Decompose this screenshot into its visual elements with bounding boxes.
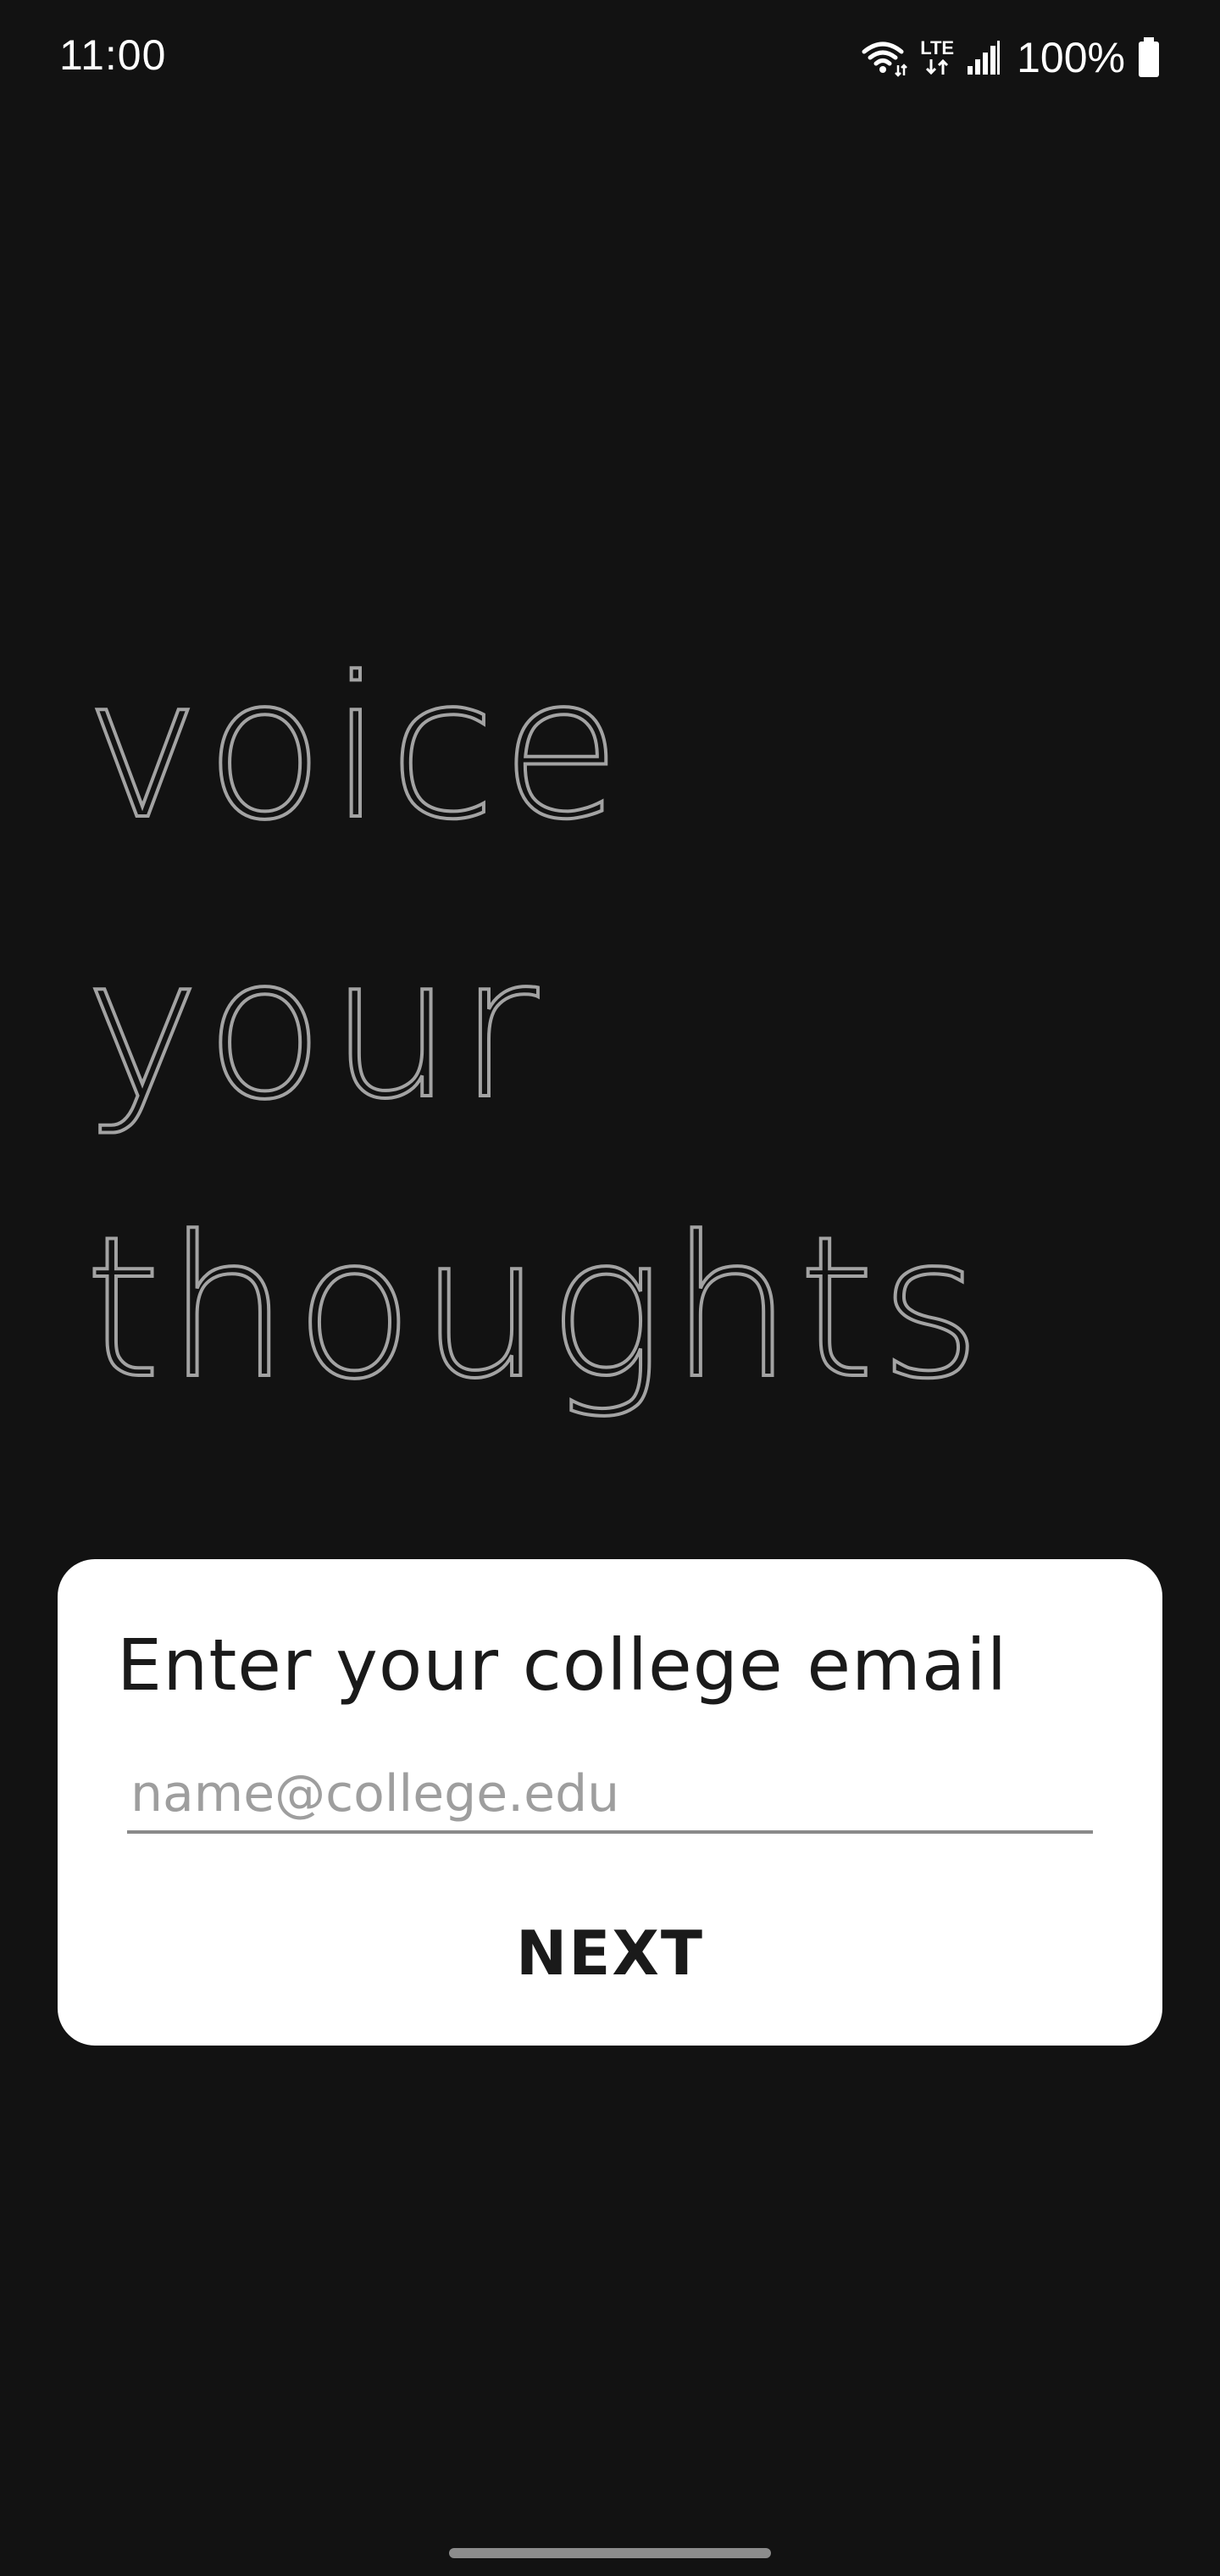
status-icons: LTE 100% [861, 32, 1161, 83]
hero-tagline: voice your thoughts [83, 610, 1186, 1449]
email-card: Enter your college email NEXT [58, 1559, 1162, 2046]
lte-icon: LTE [920, 39, 954, 76]
hero-line-your: your [83, 914, 544, 1144]
hero-line-voice: voice [83, 635, 626, 864]
email-prompt-title: Enter your college email [117, 1624, 1008, 1707]
wifi-icon [861, 38, 908, 77]
battery-percent: 100% [1017, 34, 1125, 81]
hero-line-thoughts: thoughts [83, 1194, 987, 1424]
next-button[interactable]: NEXT [58, 1907, 1162, 2000]
battery-icon [1137, 37, 1161, 78]
status-bar: 11:00 LTE 100% [0, 0, 1220, 119]
signal-icon [966, 39, 1001, 76]
home-indicator[interactable] [449, 2548, 771, 2558]
status-time: 11:00 [59, 31, 167, 79]
email-input[interactable] [127, 1757, 1093, 1834]
